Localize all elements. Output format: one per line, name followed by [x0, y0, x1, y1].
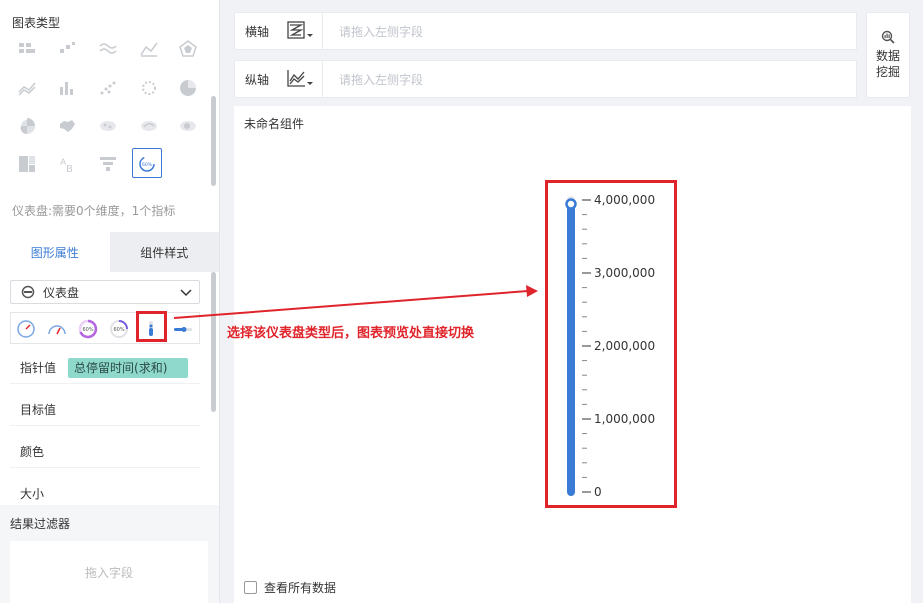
- y-axis-drop-zone[interactable]: 请拖入左侧字段: [323, 71, 423, 88]
- flow-map-icon[interactable]: [134, 111, 164, 141]
- bar-chart-icon[interactable]: [52, 73, 82, 103]
- color-label: 颜色: [20, 445, 45, 459]
- treemap-chart-icon[interactable]: [12, 149, 42, 179]
- gauge-tick-label: 0: [594, 485, 602, 499]
- properties-scrollbar[interactable]: [211, 272, 216, 412]
- gauge-tick-label: 3,000,000: [594, 266, 655, 280]
- percent-ring-gauge-icon[interactable]: 60%: [107, 317, 131, 341]
- heat-map-icon[interactable]: [173, 111, 203, 141]
- view-all-data-toggle[interactable]: 查看所有数据: [244, 579, 336, 596]
- x-axis-drop-zone[interactable]: 请拖入左侧字段: [323, 23, 423, 40]
- gauge-tube-fill: [567, 200, 575, 496]
- pie-chart-icon[interactable]: [173, 73, 203, 103]
- data-mining-icon: [881, 30, 895, 44]
- chart-types-scrollbar[interactable]: [211, 96, 216, 186]
- chart-type-description: 仪表盘:需要0个维度，1个指标: [12, 204, 176, 218]
- subtype-highlight-box: [136, 311, 167, 342]
- radar-chart-icon[interactable]: [173, 34, 203, 64]
- line-chart-icon[interactable]: [12, 73, 42, 103]
- point-map-icon[interactable]: [93, 111, 123, 141]
- gauge-chart-icon[interactable]: 60%: [132, 148, 162, 178]
- region-map-icon[interactable]: [52, 111, 82, 141]
- x-axis-type-toggle[interactable]: [279, 13, 323, 49]
- pointer-value-row[interactable]: 指针值 总停留时间(求和): [10, 352, 200, 384]
- wave-chart-icon[interactable]: [93, 34, 123, 64]
- crosstab-chart-icon[interactable]: [52, 34, 82, 64]
- y-axis-icon: [286, 70, 313, 87]
- annotation-text: 选择该仪表盘类型后，图表预览处直接切换: [227, 326, 475, 341]
- grouped-table-chart-icon[interactable]: [12, 34, 42, 64]
- filter-drop-zone[interactable]: 拖入字段: [10, 541, 208, 603]
- chart-types-title: 图表类型: [12, 16, 61, 30]
- chart-type-select[interactable]: 仪表盘: [10, 280, 200, 304]
- gauge-tick-label: 2,000,000: [594, 339, 655, 353]
- slider-gauge-icon[interactable]: [171, 317, 195, 341]
- chart-types-section: 图表类型 A B 60% 仪表盘:需要0个维度，1个指标: [0, 0, 219, 232]
- chart-type-select-value: 仪表盘: [43, 285, 80, 300]
- dial-gauge-icon[interactable]: [14, 317, 38, 341]
- tab-shape-properties[interactable]: 图形属性: [0, 232, 110, 272]
- result-filter-title: 结果过滤器: [10, 517, 71, 531]
- pointer-value-field-chip[interactable]: 总停留时间(求和): [68, 357, 189, 378]
- area-line-chart-icon[interactable]: [134, 34, 164, 64]
- data-mining-line1: 数据: [875, 49, 900, 63]
- left-panel: 图表类型 A B 60% 仪表盘:需要0个维度，1个指标 图形属性 组件样式 仪…: [0, 0, 220, 603]
- result-filter-section: 结果过滤器 拖入字段: [0, 505, 219, 603]
- property-body: 仪表盘 60% 60% 指针值 总停留时间(求和) 目标值 颜色 大小: [0, 272, 219, 505]
- color-row[interactable]: 颜色: [10, 436, 200, 468]
- gauge-subtype-picker: 60% 60%: [10, 312, 200, 344]
- x-axis-label: 横轴: [245, 24, 270, 39]
- target-value-row[interactable]: 目标值: [10, 394, 200, 426]
- rose-chart-icon[interactable]: [12, 111, 42, 141]
- pointer-value-label: 指针值: [20, 361, 57, 375]
- property-tabs: 图形属性 组件样式: [0, 232, 219, 272]
- svg-text:60%: 60%: [142, 162, 153, 168]
- x-axis-row: 横轴 请拖入左侧字段: [234, 12, 857, 50]
- data-mining-button[interactable]: 数据 挖掘: [866, 12, 910, 98]
- test-tube-gauge: 4,000,000 3,000,000 2,000,000 1,000,000 0: [565, 193, 655, 499]
- gauge-tick-label: 4,000,000: [594, 193, 655, 207]
- y-axis-row: 纵轴 请拖入左侧字段: [234, 60, 857, 98]
- svg-text:60%: 60%: [114, 327, 125, 333]
- target-value-label: 目标值: [20, 403, 57, 417]
- svg-text:60%: 60%: [83, 327, 94, 333]
- view-all-label: 查看所有数据: [264, 581, 337, 595]
- chart-preview: 未命名组件 4,000,000 3,000,000 2,000,000 1,000,0…: [234, 106, 911, 603]
- x-axis-icon: [286, 21, 313, 39]
- bubble-chart-icon[interactable]: [134, 73, 164, 103]
- semicircle-gauge-icon[interactable]: [45, 317, 69, 341]
- view-all-checkbox[interactable]: [244, 581, 257, 594]
- word-cloud-icon[interactable]: AB: [52, 149, 82, 179]
- gauge-tick-label: 1,000,000: [594, 412, 655, 426]
- gauge-icon: [21, 285, 35, 299]
- tab-component-style[interactable]: 组件样式: [109, 232, 219, 272]
- funnel-chart-icon[interactable]: [93, 149, 123, 179]
- app-window: 图表类型 A B 60% 仪表盘:需要0个维度，1个指标 图形属性 组件样式 仪…: [0, 0, 923, 603]
- gauge-pointer: [565, 198, 577, 210]
- ring-gauge-icon[interactable]: 60%: [76, 317, 100, 341]
- svg-text:B: B: [66, 164, 73, 174]
- data-mining-line2: 挖掘: [875, 65, 900, 79]
- y-axis-label: 纵轴: [245, 72, 270, 87]
- size-label: 大小: [20, 487, 45, 501]
- chevron-down-icon: [180, 289, 192, 297]
- y-axis-type-toggle[interactable]: [279, 61, 323, 97]
- size-row[interactable]: 大小: [10, 478, 200, 505]
- scatter-chart-icon[interactable]: [93, 73, 123, 103]
